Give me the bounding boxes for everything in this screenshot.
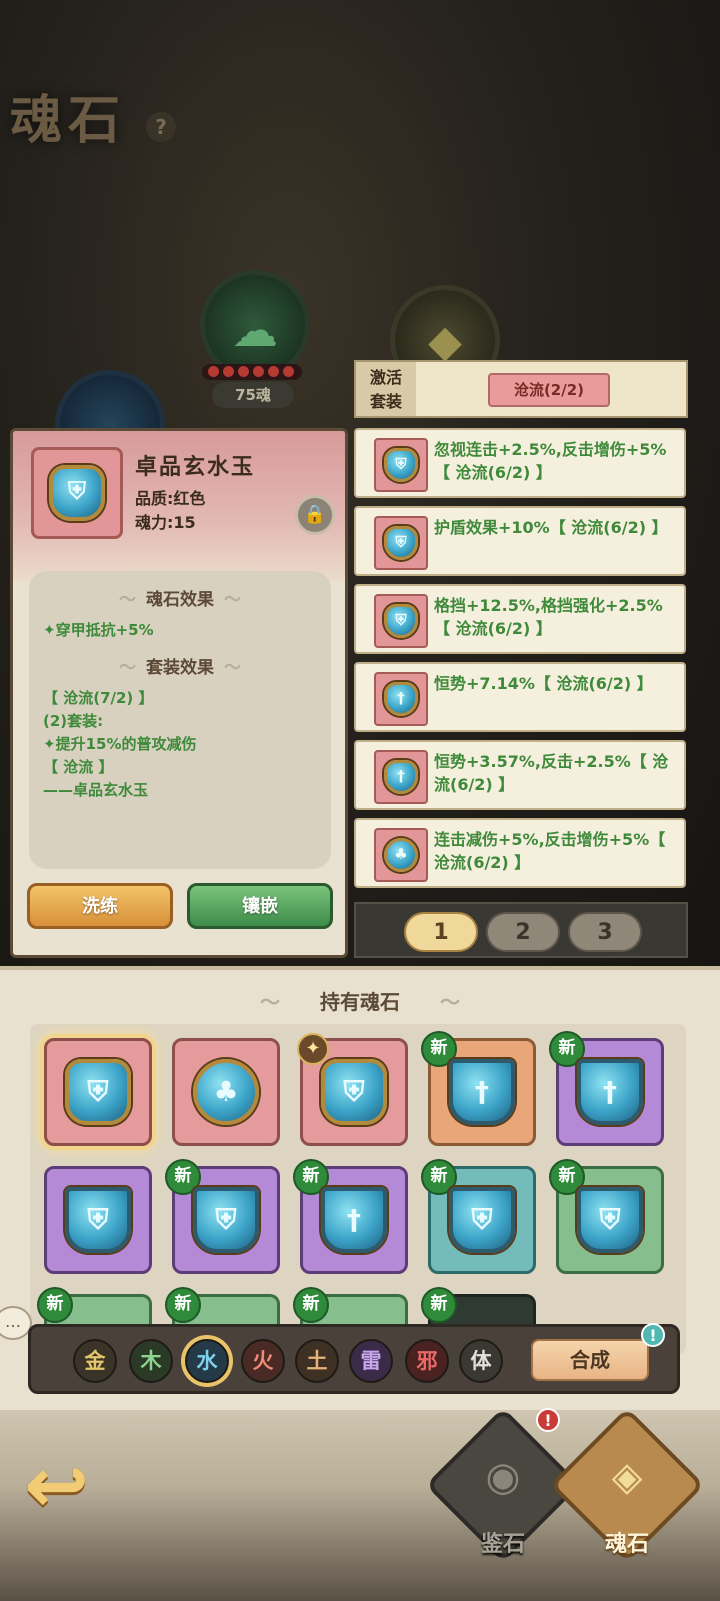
active-set-label: 激活 套装 [356, 362, 416, 416]
cloud-icon: ☁ [232, 303, 278, 357]
shield-gem-icon: ⛨ [193, 1187, 259, 1253]
trefoil-gem-icon: ♣ [193, 1059, 259, 1125]
filter-fire[interactable]: 火 [241, 1339, 285, 1383]
shield-gem-icon: ⛨ [577, 1187, 643, 1253]
stone-name: 卓品玄水玉 [135, 455, 256, 480]
shield-gem-icon: ⛨ [65, 1187, 131, 1253]
inventory-slot[interactable]: 新 † [549, 1031, 664, 1146]
shield-gem-icon: ⛨ [384, 604, 418, 638]
sword-gem-icon: † [449, 1059, 515, 1125]
help-icon[interactable]: ? [146, 112, 176, 142]
inventory-slot[interactable]: ✦ ⛨ [297, 1033, 408, 1146]
set-list-item[interactable]: ⛨ 格挡+12.5%,格挡强化+2.5%【 沧流(6/2) 】 [354, 584, 686, 654]
shield-gem-icon: ⛨ [49, 465, 105, 521]
set-stone-icon-frame: † [374, 672, 428, 726]
set-list-item[interactable]: ⛨ 护盾效果+10%【 沧流(6/2) 】 [354, 506, 686, 576]
set-item-text: 连击减伤+5%,反击增伤+5%【 沧流(6/2) 】 [434, 830, 666, 872]
sword-gem-icon: † [384, 760, 418, 794]
filter-body[interactable]: 体 [459, 1339, 503, 1383]
set-pager: 1 2 3 [354, 902, 688, 958]
effect-box: 魂石效果 ✦穿甲抵抗+5% 套装效果 【 沧流(7/2) 】 (2)套装: ✦提… [29, 571, 331, 869]
active-set-chip[interactable]: 沧流(2/2) [488, 373, 610, 407]
detail-buttons: 洗练 镶嵌 [27, 883, 333, 933]
set-item-text: 恒势+7.14%【 沧流(6/2) 】 [434, 674, 653, 693]
set-effect-line: ✦提升15%的普攻减伤 [43, 735, 197, 753]
new-badge: 新 [165, 1287, 201, 1323]
new-badge: 新 [421, 1287, 457, 1323]
orb-label: 75魂 [212, 382, 294, 408]
set-list-item[interactable]: ♣ 连击减伤+5%,反击增伤+5%【 沧流(6/2) 】 [354, 818, 686, 888]
inventory-slot[interactable]: ♣ [172, 1038, 280, 1146]
inventory-slot[interactable]: 新 ⛨ [549, 1159, 664, 1274]
inventory-slot[interactable]: ⛨ [44, 1166, 152, 1274]
stone-effect-line: ✦穿甲抵抗+5% [43, 621, 154, 639]
inventory-slot[interactable]: 新 ⛨ [421, 1159, 536, 1274]
shield-gem-icon: ⛨ [65, 1059, 131, 1125]
filter-evil[interactable]: 邪 [405, 1339, 449, 1383]
stone-effect-title: 魂石效果 [29, 585, 331, 610]
set-effect-line: ——卓品玄水玉 [43, 781, 149, 799]
trefoil-gem-icon: ♣ [384, 838, 418, 872]
filter-wood[interactable]: 木 [129, 1339, 173, 1383]
orb-progress [202, 364, 302, 380]
shield-gem-icon: ⛨ [321, 1059, 387, 1125]
shield-gem-icon: ⛨ [384, 526, 418, 560]
set-stone-icon-frame: ♣ [374, 828, 428, 882]
inlay-button[interactable]: 镶嵌 [187, 883, 333, 929]
set-item-text: 格挡+12.5%,格挡强化+2.5%【 沧流(6/2) 】 [434, 596, 663, 638]
set-list-item[interactable]: ⛨ 忽视连击+2.5%,反击增伤+5%【 沧流(6/2) 】 [354, 428, 686, 498]
star-icon: ✦ [297, 1033, 329, 1065]
set-effect-line: 【 沧流 】 [43, 758, 114, 776]
appraise-tab[interactable]: 鉴石 [448, 1526, 558, 1558]
synthesize-alert-icon: ! [641, 1323, 665, 1347]
element-filter-bar: 金 木 水 火 土 雷 邪 体 合成 ! [28, 1323, 680, 1394]
sword-gem-icon: † [577, 1059, 643, 1125]
inventory-slot[interactable]: 新 † [293, 1159, 408, 1274]
bottom-nav: ↩ ◉ 鉴石 ! ◈ 魂石 [0, 1407, 720, 1601]
set-list-item[interactable]: † 恒势+3.57%,反击+2.5%【 沧流(6/2) 】 [354, 740, 686, 810]
appraise-tab-icon[interactable]: ◉ [448, 1454, 558, 1500]
inventory-slot[interactable]: 新 † [421, 1031, 536, 1146]
soul-tab[interactable]: 魂石 [572, 1526, 682, 1558]
shield-gem-icon: ⛨ [384, 448, 418, 482]
set-item-text: 忽视连击+2.5%,反击增伤+5%【 沧流(6/2) 】 [434, 440, 667, 482]
page-title: 魂石 [10, 90, 127, 151]
lock-icon[interactable]: 🔒 [295, 495, 335, 535]
inventory-slot[interactable]: ⛨ [44, 1038, 152, 1146]
page-button-1[interactable]: 1 [404, 912, 478, 952]
set-list-item[interactable]: † 恒势+7.14%【 沧流(6/2) 】 [354, 662, 686, 732]
set-effect-line: 【 沧流(7/2) 】 [43, 689, 154, 707]
shield-gem-icon: ⛨ [449, 1187, 515, 1253]
synthesize-button[interactable]: 合成 [531, 1339, 649, 1381]
stone-quality: 品质:红色 [135, 489, 206, 508]
active-set-header: 激活 套装 沧流(2/2) [354, 360, 688, 418]
back-arrow-icon[interactable]: ↩ [24, 1446, 114, 1526]
set-stone-icon-frame: ⛨ [374, 516, 428, 570]
set-stone-icon-frame: † [374, 750, 428, 804]
sword-gem-icon: † [384, 682, 418, 716]
new-badge: 新 [293, 1287, 329, 1323]
stone-power: 魂力:15 [135, 513, 196, 532]
sword-gem-icon: † [321, 1187, 387, 1253]
filter-gold[interactable]: 金 [73, 1339, 117, 1383]
stone-detail-panel: ⛨ 卓品玄水玉 品质:红色 魂力:15 🔒 魂石效果 ✦穿甲抵抗+5% 套装效果… [10, 428, 348, 958]
soul-tab-icon[interactable]: ◈ [572, 1454, 682, 1500]
page-button-3[interactable]: 3 [568, 912, 642, 952]
filter-water[interactable]: 水 [185, 1339, 229, 1383]
filter-earth[interactable]: 土 [295, 1339, 339, 1383]
set-stone-icon-frame: ⛨ [374, 438, 428, 492]
new-badge: 新 [37, 1287, 73, 1323]
inventory-title: 持有魂石 [0, 986, 720, 1015]
set-effect-title: 套装效果 [29, 653, 331, 678]
set-item-text: 恒势+3.57%,反击+2.5%【 沧流(6/2) 】 [434, 752, 669, 794]
set-effect-line: (2)套装: [43, 712, 104, 730]
refine-button[interactable]: 洗练 [27, 883, 173, 929]
set-stone-icon-frame: ⛨ [374, 594, 428, 648]
appraise-alert-icon: ! [536, 1408, 560, 1432]
filter-thunder[interactable]: 雷 [349, 1339, 393, 1383]
stone-icon-frame: ⛨ [31, 447, 123, 539]
page-button-2[interactable]: 2 [486, 912, 560, 952]
set-item-text: 护盾效果+10%【 沧流(6/2) 】 [434, 518, 668, 537]
inventory-slot[interactable]: 新 ⛨ [165, 1159, 280, 1274]
